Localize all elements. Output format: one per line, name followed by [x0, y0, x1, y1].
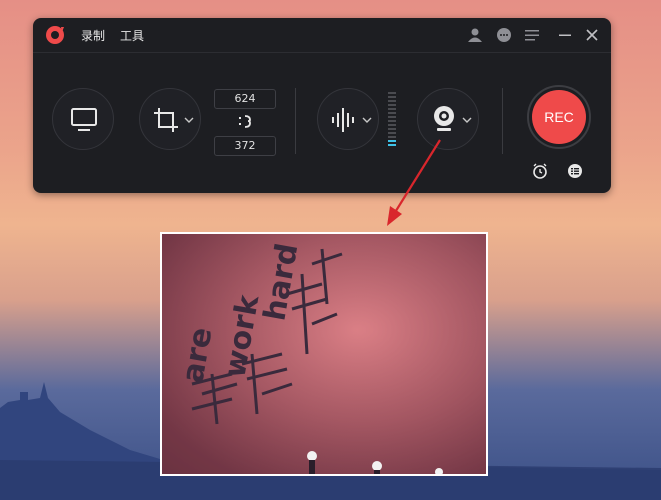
title-bar: 录制 工具: [33, 18, 611, 52]
hamburger-icon[interactable]: [524, 27, 540, 43]
monitor-icon: [71, 108, 97, 131]
screen-capture-button[interactable]: [52, 88, 114, 150]
webcam-preview: are work hard: [160, 232, 488, 476]
lock-ratio-icon[interactable]: [238, 112, 252, 130]
chevron-down-icon: [184, 117, 194, 123]
webcam-image: are work hard: [162, 234, 486, 474]
height-field[interactable]: 372: [214, 136, 276, 156]
recorder-window: 录制 工具 624 372 REC: [33, 18, 611, 193]
rec-button[interactable]: REC: [532, 90, 586, 144]
audio-button[interactable]: [317, 88, 379, 150]
chat-icon[interactable]: [496, 27, 512, 43]
audio-wave-icon: [332, 108, 354, 132]
chevron-down-icon: [462, 117, 472, 123]
annotation-arrow: [387, 139, 441, 226]
menu-tools[interactable]: 工具: [120, 27, 144, 44]
webcam-icon: [434, 106, 454, 131]
menu-record[interactable]: 录制: [81, 27, 105, 44]
region-select-button[interactable]: [139, 88, 201, 150]
close-icon[interactable]: [584, 27, 600, 43]
record-logo-icon: [46, 26, 64, 44]
title-divider: [33, 52, 611, 53]
divider: [502, 88, 503, 154]
crop-icon: [154, 108, 178, 132]
minimize-icon[interactable]: [557, 27, 573, 43]
chevron-down-icon: [362, 117, 372, 123]
task-list-icon[interactable]: [567, 163, 583, 179]
alarm-clock-icon[interactable]: [532, 163, 548, 179]
account-icon[interactable]: [467, 27, 483, 43]
divider: [295, 88, 296, 154]
width-field[interactable]: 624: [214, 89, 276, 109]
